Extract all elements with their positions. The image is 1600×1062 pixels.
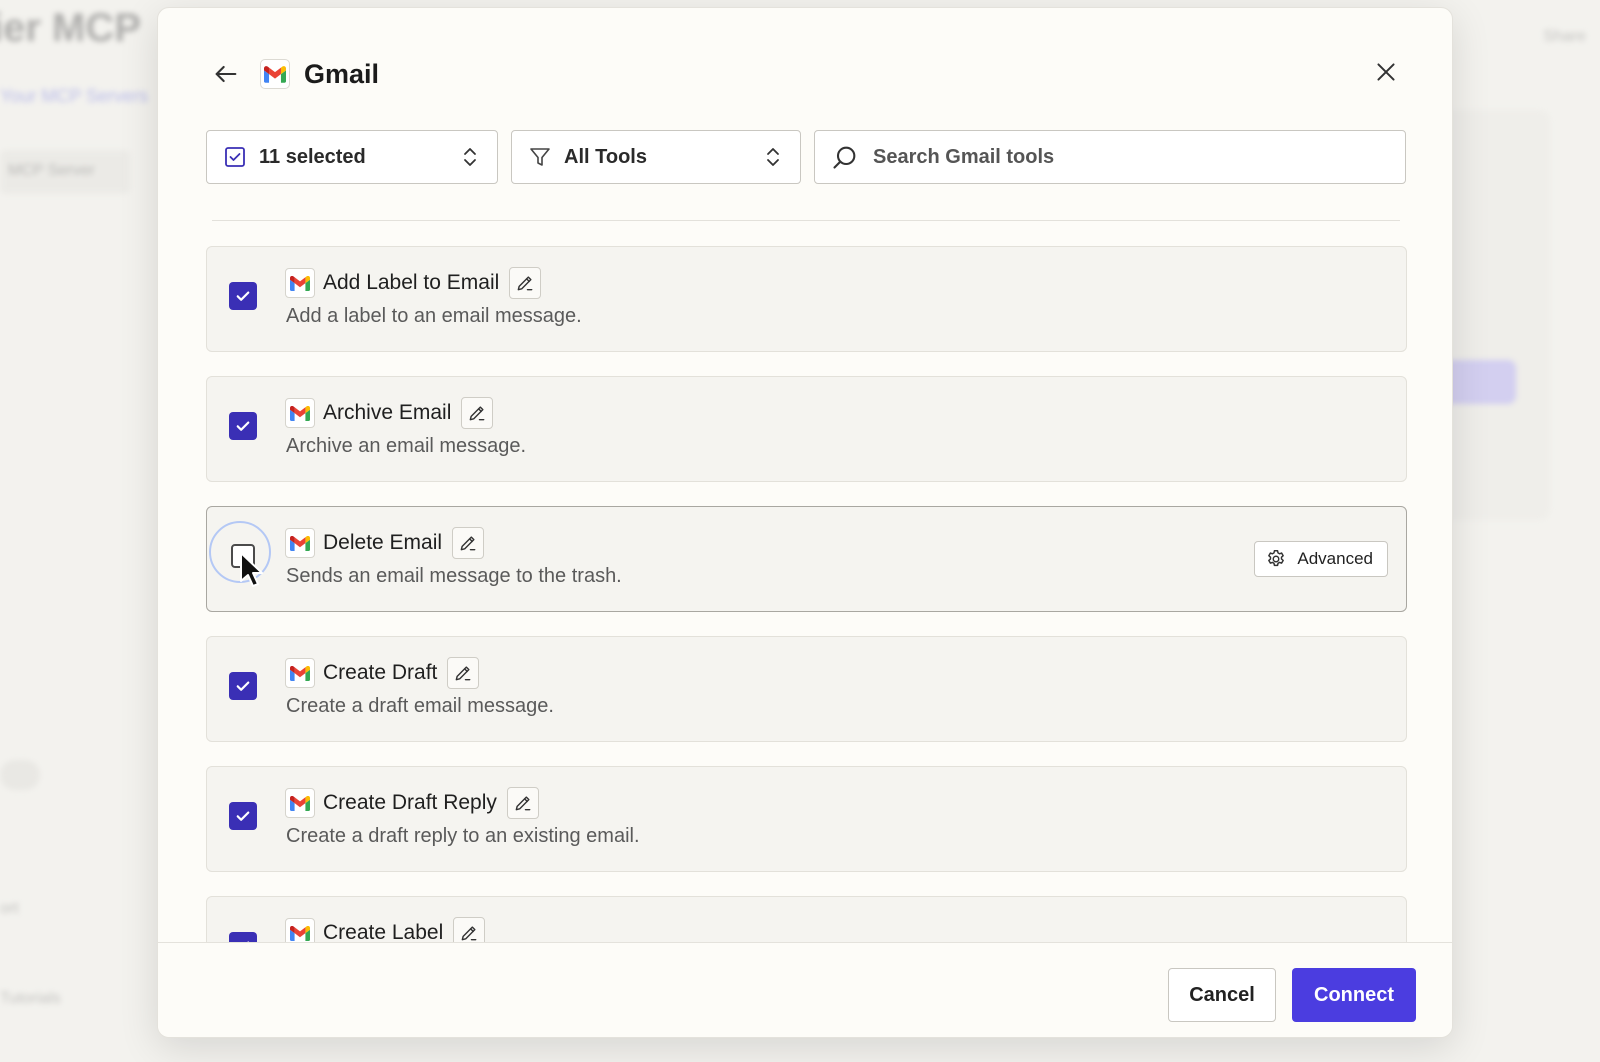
- mouse-cursor-icon: [240, 552, 263, 587]
- check-icon: [236, 681, 250, 691]
- gmail-logo: [285, 528, 315, 558]
- edit-tool-button[interactable]: [509, 267, 542, 299]
- tool-checkbox[interactable]: [229, 412, 257, 440]
- selection-label: 11 selected: [259, 145, 366, 168]
- close-icon: [1377, 63, 1395, 81]
- tool-row-create-draft: Create Draft Create a draft email messag…: [206, 636, 1407, 742]
- gear-icon: [1268, 550, 1285, 567]
- tool-description: Create a draft reply to an existing emai…: [286, 825, 640, 847]
- tool-row-create-label: Create Label: [206, 896, 1407, 942]
- tool-row-add-label-to-email: Add Label to Email Add a label to an ema…: [206, 246, 1407, 352]
- tool-title-line: Add Label to Email: [285, 267, 542, 299]
- tool-description: Sends an email message to the trash.: [286, 565, 622, 587]
- tool-checkbox[interactable]: [229, 932, 257, 942]
- gmail-logo: [285, 268, 315, 298]
- gmail-tools-dialog: Gmail 11 selected All Tools Search Gmail…: [157, 7, 1453, 1038]
- chevron-up-down-icon: [767, 148, 779, 166]
- filter-icon: [530, 148, 550, 166]
- selection-dropdown[interactable]: 11 selected: [206, 130, 498, 184]
- background-share: Share: [1543, 28, 1586, 45]
- dialog-header: Gmail: [206, 52, 379, 96]
- gmail-logo: [285, 398, 315, 428]
- tool-name: Create Label: [323, 921, 444, 942]
- tool-description: Create a draft email message.: [286, 695, 554, 717]
- gmail-logo: [285, 658, 315, 688]
- tool-list: Add Label to Email Add a label to an ema…: [206, 246, 1407, 942]
- tool-checkbox[interactable]: [229, 282, 257, 310]
- tool-title-line: Create Draft Reply: [285, 787, 539, 819]
- edit-tool-button[interactable]: [506, 787, 539, 819]
- search-input[interactable]: [873, 145, 1389, 169]
- background-title: ier MCP: [0, 6, 141, 50]
- dialog-footer: Cancel Connect: [158, 942, 1452, 1037]
- connect-button[interactable]: Connect: [1292, 968, 1416, 1022]
- tool-title-line: Create Draft: [285, 657, 480, 689]
- background-panel: [1440, 110, 1550, 520]
- tool-title-line: Archive Email: [285, 397, 494, 429]
- check-icon: [236, 291, 250, 301]
- pencil-icon: [517, 276, 533, 291]
- checkbox-icon: [225, 147, 245, 167]
- check-icon: [236, 421, 250, 431]
- tool-checkbox[interactable]: [229, 672, 257, 700]
- arrow-left-icon: [215, 65, 237, 83]
- pencil-icon: [470, 406, 485, 421]
- back-button[interactable]: [206, 54, 246, 94]
- edit-tool-button[interactable]: [452, 527, 485, 559]
- background-side-icon: [0, 760, 40, 790]
- edit-tool-button[interactable]: [447, 657, 480, 689]
- gmail-logo: [260, 59, 290, 89]
- pencil-icon: [515, 796, 531, 811]
- background-link: Your MCP Servers: [0, 86, 149, 106]
- search-box: [814, 130, 1406, 184]
- background-side-label: Tutorials: [0, 990, 61, 1007]
- tools-filter-label: All Tools: [564, 145, 647, 168]
- pencil-icon: [461, 926, 477, 941]
- divider: [212, 220, 1400, 221]
- dialog-title: Gmail: [304, 58, 380, 89]
- filter-toolbar: 11 selected All Tools: [206, 130, 1406, 184]
- tools-filter-dropdown[interactable]: All Tools: [511, 130, 801, 184]
- close-button[interactable]: [1366, 52, 1406, 92]
- pencil-icon: [460, 536, 476, 551]
- tool-name: Archive Email: [323, 401, 452, 424]
- gmail-logo: [285, 788, 315, 818]
- tool-description: Archive an email message.: [286, 435, 527, 457]
- background-side-label: ort: [0, 900, 19, 917]
- tool-title-line: Delete Email: [285, 527, 485, 559]
- advanced-button[interactable]: Advanced: [1254, 541, 1388, 577]
- pencil-icon: [456, 666, 471, 681]
- tool-row-create-draft-reply: Create Draft Reply Create a draft reply …: [206, 766, 1407, 872]
- check-icon: [236, 811, 250, 821]
- tool-checkbox[interactable]: [229, 802, 257, 830]
- tool-row-archive-email: Archive Email Archive an email message.: [206, 376, 1407, 482]
- advanced-label: Advanced: [1297, 549, 1373, 568]
- edit-tool-button[interactable]: [461, 397, 494, 429]
- tool-row-delete-email: Delete Email Sends an email message to t…: [206, 506, 1407, 612]
- tool-description: Add a label to an email message.: [286, 305, 582, 327]
- edit-tool-button[interactable]: [453, 917, 486, 942]
- tool-name: Delete Email: [323, 531, 443, 554]
- cancel-button[interactable]: Cancel: [1168, 968, 1276, 1022]
- search-icon: [833, 146, 856, 169]
- background-tab: MCP Server: [0, 150, 130, 194]
- tool-name: Create Draft: [323, 661, 438, 684]
- tool-title-line: Create Label: [285, 917, 486, 942]
- tool-name: Add Label to Email: [323, 271, 500, 294]
- gmail-logo: [285, 918, 315, 942]
- chevron-up-down-icon: [464, 148, 476, 166]
- tool-name: Create Draft Reply: [323, 791, 497, 814]
